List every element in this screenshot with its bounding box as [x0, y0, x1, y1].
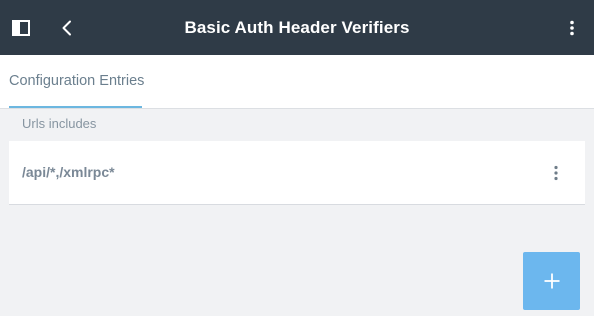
add-entry-button[interactable]	[523, 252, 580, 310]
sidebar-toggle-icon	[12, 19, 30, 36]
page-title: Basic Auth Header Verifiers	[184, 18, 410, 37]
more-vertical-icon	[554, 165, 558, 180]
active-tab-indicator	[9, 106, 142, 108]
more-vertical-icon	[570, 20, 574, 35]
tab-configuration-entries[interactable]: Configuration Entries	[9, 55, 144, 106]
sidebar-toggle-button[interactable]	[6, 0, 36, 55]
header-more-button[interactable]	[562, 0, 582, 55]
tab-bar: Configuration Entries	[0, 55, 594, 109]
back-button[interactable]	[52, 0, 82, 55]
app-header: Basic Auth Header Verifiers	[0, 0, 594, 55]
plus-icon	[544, 273, 559, 289]
list-item-value: /api/*,/xmlrpc*	[22, 164, 115, 180]
chevron-left-icon	[62, 20, 71, 35]
list-item[interactable]: /api/*,/xmlrpc*	[9, 141, 585, 205]
section-label: Urls includes	[22, 116, 97, 131]
list-item-more-button[interactable]	[547, 141, 565, 204]
